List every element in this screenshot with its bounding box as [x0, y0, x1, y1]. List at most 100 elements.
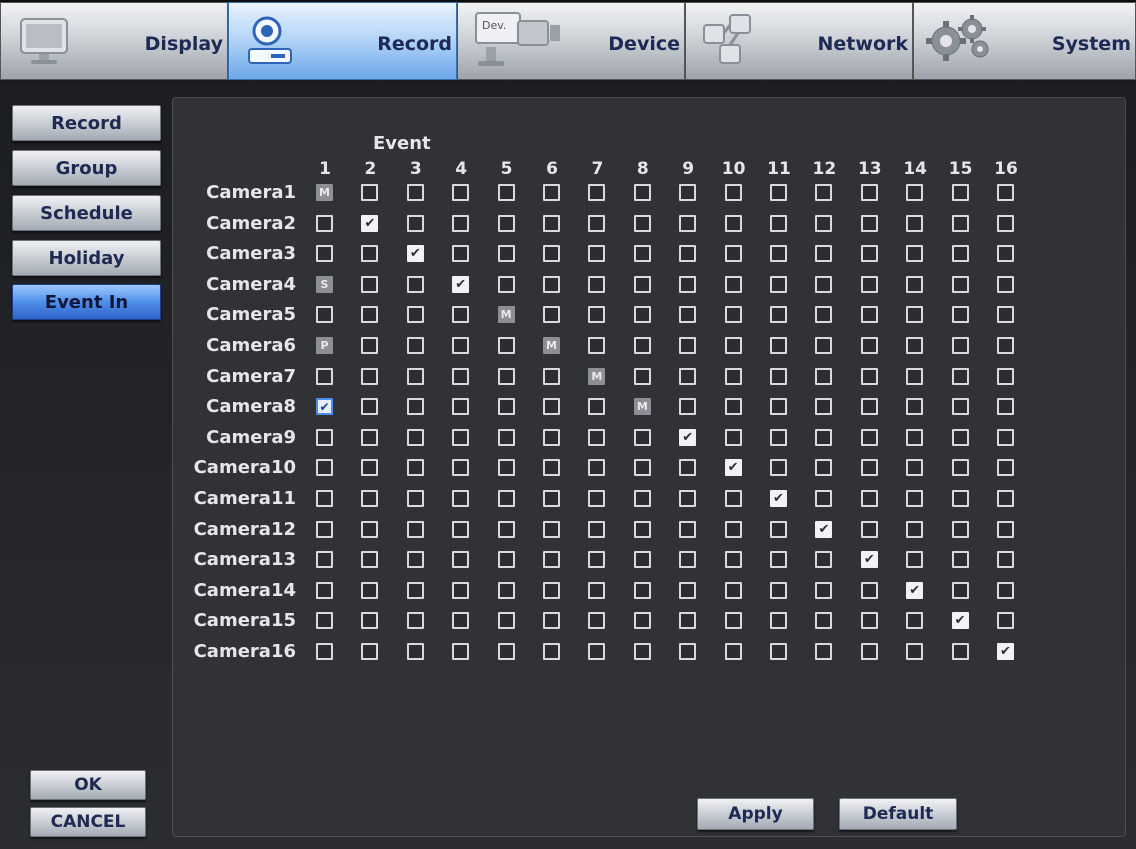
event-checkbox[interactable]: [497, 428, 515, 446]
event-checkbox[interactable]: [951, 428, 969, 446]
event-checkbox[interactable]: [770, 581, 787, 599]
sidebar-item-holiday[interactable]: Holiday: [12, 240, 161, 276]
event-checkbox[interactable]: [633, 367, 651, 385]
event-checkbox[interactable]: [815, 398, 833, 416]
event-checkbox[interactable]: [588, 459, 606, 477]
sidebar-item-event-in[interactable]: Event In: [12, 284, 161, 320]
event-checkbox[interactable]: [361, 184, 379, 201]
event-checkbox[interactable]: [361, 428, 379, 446]
event-checkbox[interactable]: [588, 398, 606, 416]
event-checkbox[interactable]: [906, 275, 924, 293]
event-checkbox[interactable]: [588, 184, 606, 201]
event-checkbox[interactable]: [633, 520, 651, 538]
event-checkbox[interactable]: [997, 581, 1014, 599]
event-checkbox[interactable]: [316, 490, 333, 507]
event-checkbox[interactable]: [497, 275, 515, 293]
event-checkbox[interactable]: [860, 184, 878, 201]
event-checkbox[interactable]: [724, 214, 742, 232]
event-checkbox[interactable]: [543, 428, 560, 446]
event-checkbox[interactable]: [906, 245, 924, 263]
event-checkbox[interactable]: [906, 520, 924, 538]
event-checkbox[interactable]: [815, 551, 833, 569]
event-checkbox[interactable]: [815, 245, 833, 263]
event-checkbox[interactable]: [452, 184, 470, 201]
event-checkbox[interactable]: [906, 337, 924, 354]
event-checkbox[interactable]: [724, 612, 742, 630]
event-checkbox[interactable]: [860, 612, 878, 630]
tab-record[interactable]: Record: [228, 2, 457, 80]
event-checkbox[interactable]: [906, 214, 924, 232]
event-checkbox[interactable]: [361, 490, 379, 507]
event-checkbox[interactable]: [361, 337, 379, 354]
event-checkbox[interactable]: [724, 398, 742, 416]
event-checkbox[interactable]: [724, 643, 742, 660]
event-checkbox[interactable]: [633, 214, 651, 232]
event-checkbox[interactable]: [633, 459, 651, 477]
event-checkbox[interactable]: [361, 643, 379, 660]
event-checkbox[interactable]: [361, 551, 379, 569]
event-checkbox[interactable]: [679, 337, 697, 354]
event-checkbox[interactable]: [633, 643, 651, 660]
event-checkbox-checked[interactable]: ✔: [724, 459, 742, 477]
event-checkbox[interactable]: [679, 551, 697, 569]
event-checkbox[interactable]: [997, 398, 1014, 416]
event-checkbox[interactable]: [724, 184, 742, 201]
event-checkbox[interactable]: [633, 551, 651, 569]
event-checkbox[interactable]: [316, 551, 333, 569]
event-checkbox[interactable]: [770, 245, 787, 263]
event-checkbox[interactable]: [497, 490, 515, 507]
event-checkbox[interactable]: [906, 184, 924, 201]
event-checkbox[interactable]: [361, 581, 379, 599]
event-checkbox[interactable]: [679, 581, 697, 599]
event-checkbox[interactable]: [543, 275, 560, 293]
event-checkbox[interactable]: [452, 520, 470, 538]
event-checkbox[interactable]: [406, 337, 424, 354]
event-checkbox-checked[interactable]: ✔: [860, 551, 878, 569]
event-checkbox[interactable]: [633, 306, 651, 324]
event-checkbox[interactable]: [361, 612, 379, 630]
event-checkbox[interactable]: [724, 245, 742, 263]
event-checkbox[interactable]: [588, 428, 606, 446]
event-checkbox[interactable]: [997, 337, 1014, 354]
event-checkbox[interactable]: [633, 581, 651, 599]
event-checkbox[interactable]: [497, 245, 515, 263]
sidebar-item-schedule[interactable]: Schedule: [12, 195, 161, 231]
event-checkbox[interactable]: [951, 245, 969, 263]
event-checkbox[interactable]: [361, 520, 379, 538]
event-checkbox[interactable]: [497, 643, 515, 660]
event-checkbox-checked[interactable]: ✔: [951, 612, 969, 630]
event-checkbox[interactable]: [406, 643, 424, 660]
event-checkbox[interactable]: [997, 551, 1014, 569]
event-checkbox[interactable]: [860, 367, 878, 385]
event-checkbox[interactable]: [815, 337, 833, 354]
tab-network[interactable]: Network: [685, 2, 913, 80]
event-checkbox[interactable]: [679, 643, 697, 660]
event-checkbox[interactable]: [316, 643, 333, 660]
event-checkbox[interactable]: [452, 214, 470, 232]
event-checkbox[interactable]: [361, 275, 379, 293]
event-checkbox[interactable]: [361, 398, 379, 416]
apply-button[interactable]: Apply: [697, 798, 814, 830]
default-button[interactable]: Default: [839, 798, 957, 830]
event-checkbox[interactable]: [770, 459, 787, 477]
event-checkbox[interactable]: [906, 490, 924, 507]
event-checkbox[interactable]: [452, 428, 470, 446]
event-checkbox[interactable]: [679, 275, 697, 293]
event-checkbox[interactable]: [588, 337, 606, 354]
event-checkbox-checked[interactable]: ✔: [997, 643, 1014, 660]
event-checkbox[interactable]: [679, 490, 697, 507]
event-checkbox[interactable]: [543, 581, 560, 599]
event-checkbox[interactable]: [452, 398, 470, 416]
event-checkbox[interactable]: [951, 214, 969, 232]
event-checkbox-checked[interactable]: ✔: [361, 214, 379, 232]
event-checkbox[interactable]: [815, 275, 833, 293]
event-checkbox[interactable]: [997, 245, 1014, 263]
event-checkbox[interactable]: [997, 459, 1014, 477]
event-checkbox[interactable]: [452, 337, 470, 354]
event-checkbox[interactable]: [633, 184, 651, 201]
event-checkbox[interactable]: [543, 214, 560, 232]
event-checkbox[interactable]: [361, 459, 379, 477]
event-checkbox[interactable]: [316, 306, 333, 324]
event-checkbox[interactable]: [997, 490, 1014, 507]
event-checkbox[interactable]: [770, 612, 787, 630]
